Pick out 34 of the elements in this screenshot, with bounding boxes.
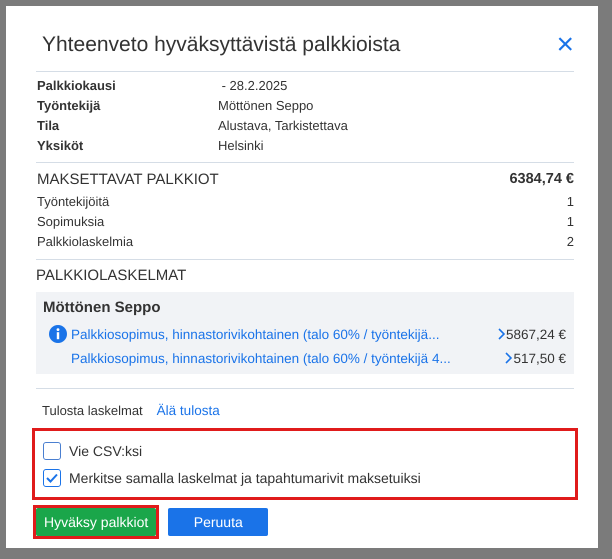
action-button[interactable]: Peruuta [168,508,268,536]
section-heading: MAKSETTAVAT PALKKIOT [37,171,219,188]
checkbox[interactable] [43,468,61,486]
statement-link[interactable]: Palkkiosopimus, hinnastorivikohtainen (talo 60% / työntekijä 4... [71,350,451,366]
detail-value: Helsinki [218,138,265,154]
statement-amount: 5867,24 € [506,326,566,342]
detail-label: Palkkiokausi [37,78,117,94]
detail-label: Tila [37,118,60,134]
summary-value: 1 [566,213,574,231]
detail-label: Työntekijä [37,98,102,114]
print-option-link[interactable]: Älä tulosta [156,403,220,418]
summary-value: 2 [566,233,574,251]
statement-link[interactable]: Palkkiosopimus, hinnastorivikohtainen (talo 60% / työntekijä... [71,326,440,342]
summary-value: 1 [566,193,574,211]
checkbox-label: Merkitse samalla laskelmat ja tapahtumarivit maksetuiksi [69,470,421,486]
chevron-icon[interactable] [498,328,505,340]
detail-value: Möttönen Seppo [218,98,314,114]
statement-amount: 517,50 € [513,350,566,366]
checkbox[interactable] [43,442,61,460]
detail-value: - 28.2.2025 [220,78,288,94]
action-button[interactable]: Hyväksy palkkiot [36,508,156,536]
checkbox-label: Vie CSV:ksi [69,442,142,458]
summary-label: Palkkiolaskelmia [37,233,134,251]
print-label: Tulosta laskelmat [42,403,143,418]
dialog-title: Yhteenveto hyväksyttävistä palkkioista [42,33,400,57]
employee-name: Möttönen Seppo [43,299,162,316]
detail-label: Yksiköt [37,138,84,154]
chevron-icon[interactable] [505,352,512,364]
total-amount: 6384,74 € [509,171,574,188]
close-button[interactable]: × [556,30,574,60]
summary-label: Sopimuksia [37,213,104,231]
section-heading: PALKKIOLASKELMAT [36,267,188,286]
detail-value: Alustava, Tarkistettava [218,118,349,134]
summary-label: Työntekijöitä [37,193,110,211]
